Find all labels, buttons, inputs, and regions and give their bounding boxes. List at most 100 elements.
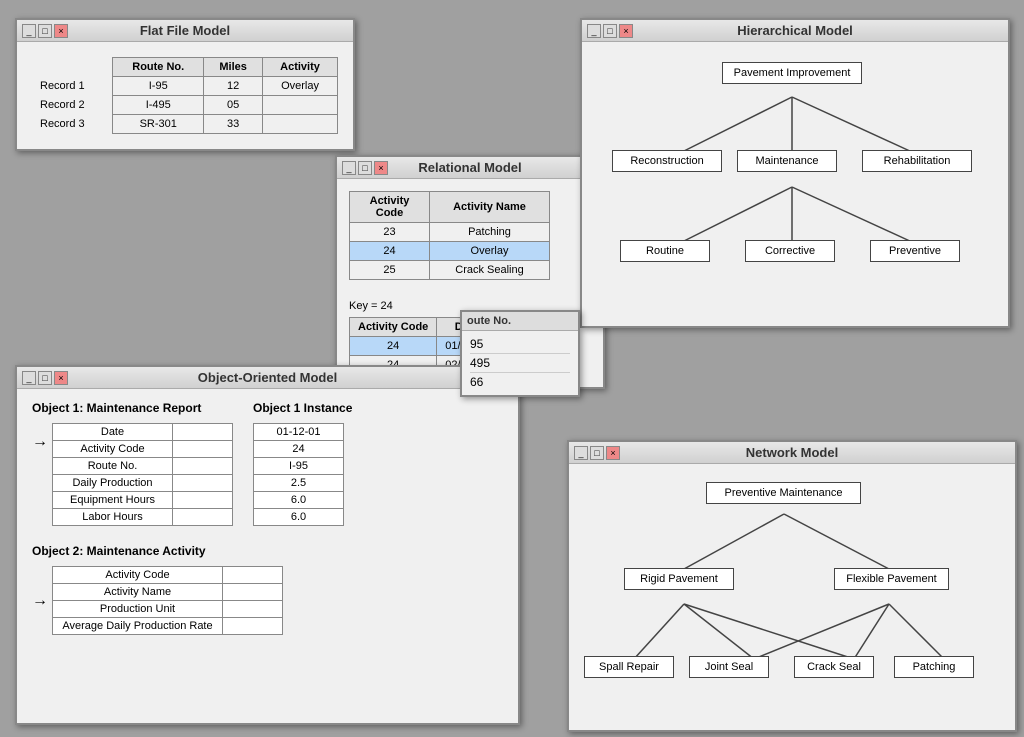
field-value-placeholder xyxy=(173,458,233,475)
hierarchical-titlebar: _ □ × Hierarchical Model xyxy=(582,20,1008,42)
miles-val: 05 xyxy=(204,96,263,115)
partial-row: 66 xyxy=(470,373,570,391)
field-name: Production Unit xyxy=(53,601,223,618)
network-title: Network Model xyxy=(746,445,838,460)
oo-field-row: Date xyxy=(53,424,233,441)
instance-val: 24 xyxy=(254,441,344,458)
maximize-btn[interactable]: □ xyxy=(603,24,617,38)
miles-val: 12 xyxy=(204,77,263,96)
maximize-btn[interactable]: □ xyxy=(590,446,604,460)
hier-node-corrective: Corrective xyxy=(745,240,835,262)
minimize-btn[interactable]: _ xyxy=(22,24,36,38)
field-value-placeholder xyxy=(223,618,283,635)
oo-titlebar: _ □ × Object-Oriented Model xyxy=(17,367,518,389)
flat-file-table: Route No. Miles Activity Record 1 I-95 1… xyxy=(32,57,338,134)
field-name: Activity Name xyxy=(53,584,223,601)
col-miles: Miles xyxy=(204,58,263,77)
code-val: 25 xyxy=(350,261,430,280)
relational-controls[interactable]: _ □ × xyxy=(342,161,388,175)
field-name: Equipment Hours xyxy=(53,492,173,509)
field-value-placeholder xyxy=(223,584,283,601)
route-val: SR-301 xyxy=(113,115,204,134)
code-val: 23 xyxy=(350,223,430,242)
oo-field-row: Activity Code xyxy=(53,441,233,458)
oo-obj2-section: Object 2: Maintenance Activity → Activit… xyxy=(32,544,283,635)
activity-val xyxy=(263,96,338,115)
close-btn[interactable]: × xyxy=(606,446,620,460)
close-btn[interactable]: × xyxy=(619,24,633,38)
instance-val: 2.5 xyxy=(254,475,344,492)
oo-title: Object-Oriented Model xyxy=(198,370,337,385)
field-name: Activity Code xyxy=(53,441,173,458)
oo-obj2-label: Object 2: Maintenance Activity xyxy=(32,544,283,558)
net-node-flexible: Flexible Pavement xyxy=(834,568,949,590)
hierarchical-window: _ □ × Hierarchical Model Pavement Improv… xyxy=(580,18,1010,328)
hierarchical-title: Hierarchical Model xyxy=(737,23,853,38)
activity-val xyxy=(263,115,338,134)
hierarchical-controls[interactable]: _ □ × xyxy=(587,24,633,38)
oo-controls[interactable]: _ □ × xyxy=(22,371,68,385)
col-activity-code: Activity Code xyxy=(350,192,430,223)
flat-file-window: _ □ × Flat File Model Route No. Miles Ac… xyxy=(15,18,355,151)
partial-window: oute No. 95 495 66 xyxy=(460,310,580,397)
field-name: Average Daily Production Rate xyxy=(53,618,223,635)
minimize-btn[interactable]: _ xyxy=(574,446,588,460)
minimize-btn[interactable]: _ xyxy=(342,161,356,175)
oo-window: _ □ × Object-Oriented Model Object 1: Ma… xyxy=(15,365,520,725)
minimize-btn[interactable]: _ xyxy=(22,371,36,385)
partial-row: 95 xyxy=(470,335,570,354)
oo-field-row: Daily Production xyxy=(53,475,233,492)
col-activity: Activity xyxy=(263,58,338,77)
code-val: 24 xyxy=(350,337,437,356)
hier-node-maintenance: Maintenance xyxy=(737,150,837,172)
field-value-placeholder xyxy=(173,509,233,526)
hier-node-preventive: Preventive xyxy=(870,240,960,262)
field-value-placeholder xyxy=(173,424,233,441)
close-btn[interactable]: × xyxy=(374,161,388,175)
maximize-btn[interactable]: □ xyxy=(38,371,52,385)
table-row: Record 2 I-495 05 xyxy=(32,96,338,115)
network-controls[interactable]: _ □ × xyxy=(574,446,620,460)
col-route: Route No. xyxy=(113,58,204,77)
instance-row: 24 xyxy=(254,441,344,458)
oo-obj2-table: Activity Code Activity Name Production U… xyxy=(52,566,283,635)
code-val: 24 xyxy=(350,242,430,261)
relational-title: Relational Model xyxy=(418,160,521,175)
field-value-placeholder xyxy=(173,441,233,458)
oo-field-row: Labor Hours xyxy=(53,509,233,526)
oo-content: Object 1: Maintenance Report → Date xyxy=(17,389,518,647)
flat-file-content: Route No. Miles Activity Record 1 I-95 1… xyxy=(17,42,353,149)
instance-row: 6.0 xyxy=(254,509,344,526)
instance-val: 01-12-01 xyxy=(254,424,344,441)
table-row: 23 Patching xyxy=(350,223,550,242)
flat-file-controls[interactable]: _ □ × xyxy=(22,24,68,38)
oo-field-row: Average Daily Production Rate xyxy=(53,618,283,635)
minimize-btn[interactable]: _ xyxy=(587,24,601,38)
activity-val: Overlay xyxy=(263,77,338,96)
field-name: Date xyxy=(53,424,173,441)
name-val: Overlay xyxy=(430,242,550,261)
oo-obj1-table: Date Activity Code Route No. xyxy=(52,423,233,526)
hier-node-routine: Routine xyxy=(620,240,710,262)
net-node-spall: Spall Repair xyxy=(584,656,674,678)
maximize-btn[interactable]: □ xyxy=(358,161,372,175)
partial-row: 495 xyxy=(470,354,570,373)
instance-row: I-95 xyxy=(254,458,344,475)
field-name: Activity Code xyxy=(53,567,223,584)
field-name: Route No. xyxy=(53,458,173,475)
network-window: _ □ × Network Model Preventive Maintenan… xyxy=(567,440,1017,732)
row-label: Record 2 xyxy=(32,96,113,115)
close-btn[interactable]: × xyxy=(54,24,68,38)
hierarchical-content: Pavement Improvement Reconstruction Main… xyxy=(582,42,1008,307)
flat-file-titlebar: _ □ × Flat File Model xyxy=(17,20,353,42)
close-btn[interactable]: × xyxy=(54,371,68,385)
oo-obj1-section: Object 1: Maintenance Report → Date xyxy=(32,401,233,526)
net-node-rigid: Rigid Pavement xyxy=(624,568,734,590)
relational-main-table: Activity Code Activity Name 23 Patching … xyxy=(349,191,550,280)
route-val: I-495 xyxy=(113,96,204,115)
instance-val: 6.0 xyxy=(254,509,344,526)
field-value-placeholder xyxy=(173,492,233,509)
maximize-btn[interactable]: □ xyxy=(38,24,52,38)
net-node-root: Preventive Maintenance xyxy=(706,482,861,504)
instance-row: 2.5 xyxy=(254,475,344,492)
